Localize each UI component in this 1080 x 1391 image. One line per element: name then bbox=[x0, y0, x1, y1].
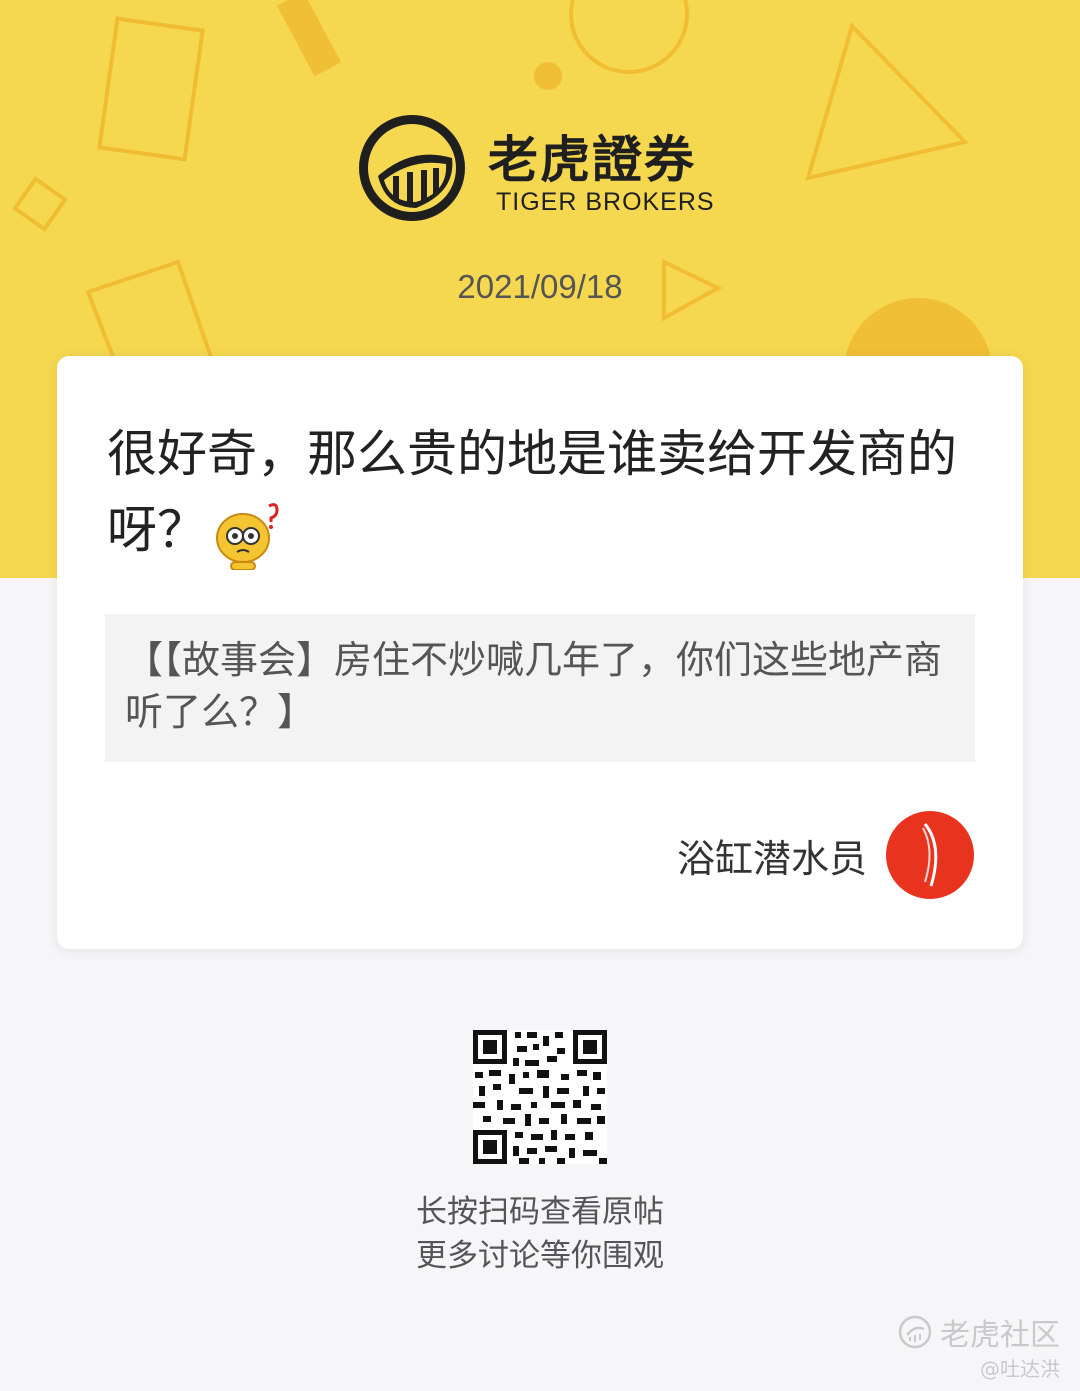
qr-code[interactable] bbox=[473, 1030, 607, 1164]
qr-caption-line1: 长按扫码查看原帖 bbox=[416, 1194, 664, 1230]
post-date: 2021/09/18 bbox=[457, 268, 623, 305]
author-block[interactable]: 浴缸潜水员 bbox=[677, 810, 975, 900]
qr-caption-line2: 更多讨论等你围观 bbox=[416, 1238, 664, 1274]
post-card[interactable]: 很好奇，那么贵的地是谁卖给开发商的呀？ 【【故事会】房住不炒喊几年了，你们这些地… bbox=[57, 356, 1023, 949]
author-name: 浴缸潜水员 bbox=[676, 836, 867, 881]
watermark: 老虎社区 bbox=[898, 1310, 1060, 1354]
watermark-label: 老虎社区 bbox=[940, 1318, 1060, 1353]
tiger-logo-icon bbox=[359, 115, 465, 221]
qr-caption: 长按扫码查看原帖 更多讨论等你围观 bbox=[0, 1190, 1080, 1278]
brand-lockup: 老虎證券 TIGER BROKERS bbox=[356, 112, 726, 224]
brand-name-english: TIGER BROKERS bbox=[496, 188, 715, 216]
avatar[interactable] bbox=[885, 810, 975, 900]
confused-tiger-sticker-icon bbox=[216, 502, 279, 570]
brand-name-chinese: 老虎證券 bbox=[488, 131, 696, 189]
quoted-post-link[interactable]: 【【故事会】房住不炒喊几年了，你们这些地产商听了么？】 bbox=[105, 614, 975, 762]
tiger-community-icon bbox=[898, 1315, 932, 1349]
post-title: 很好奇，那么贵的地是谁卖给开发商的呀？ bbox=[107, 416, 977, 570]
watermark-handle: @吐达洪 bbox=[980, 1357, 1060, 1381]
